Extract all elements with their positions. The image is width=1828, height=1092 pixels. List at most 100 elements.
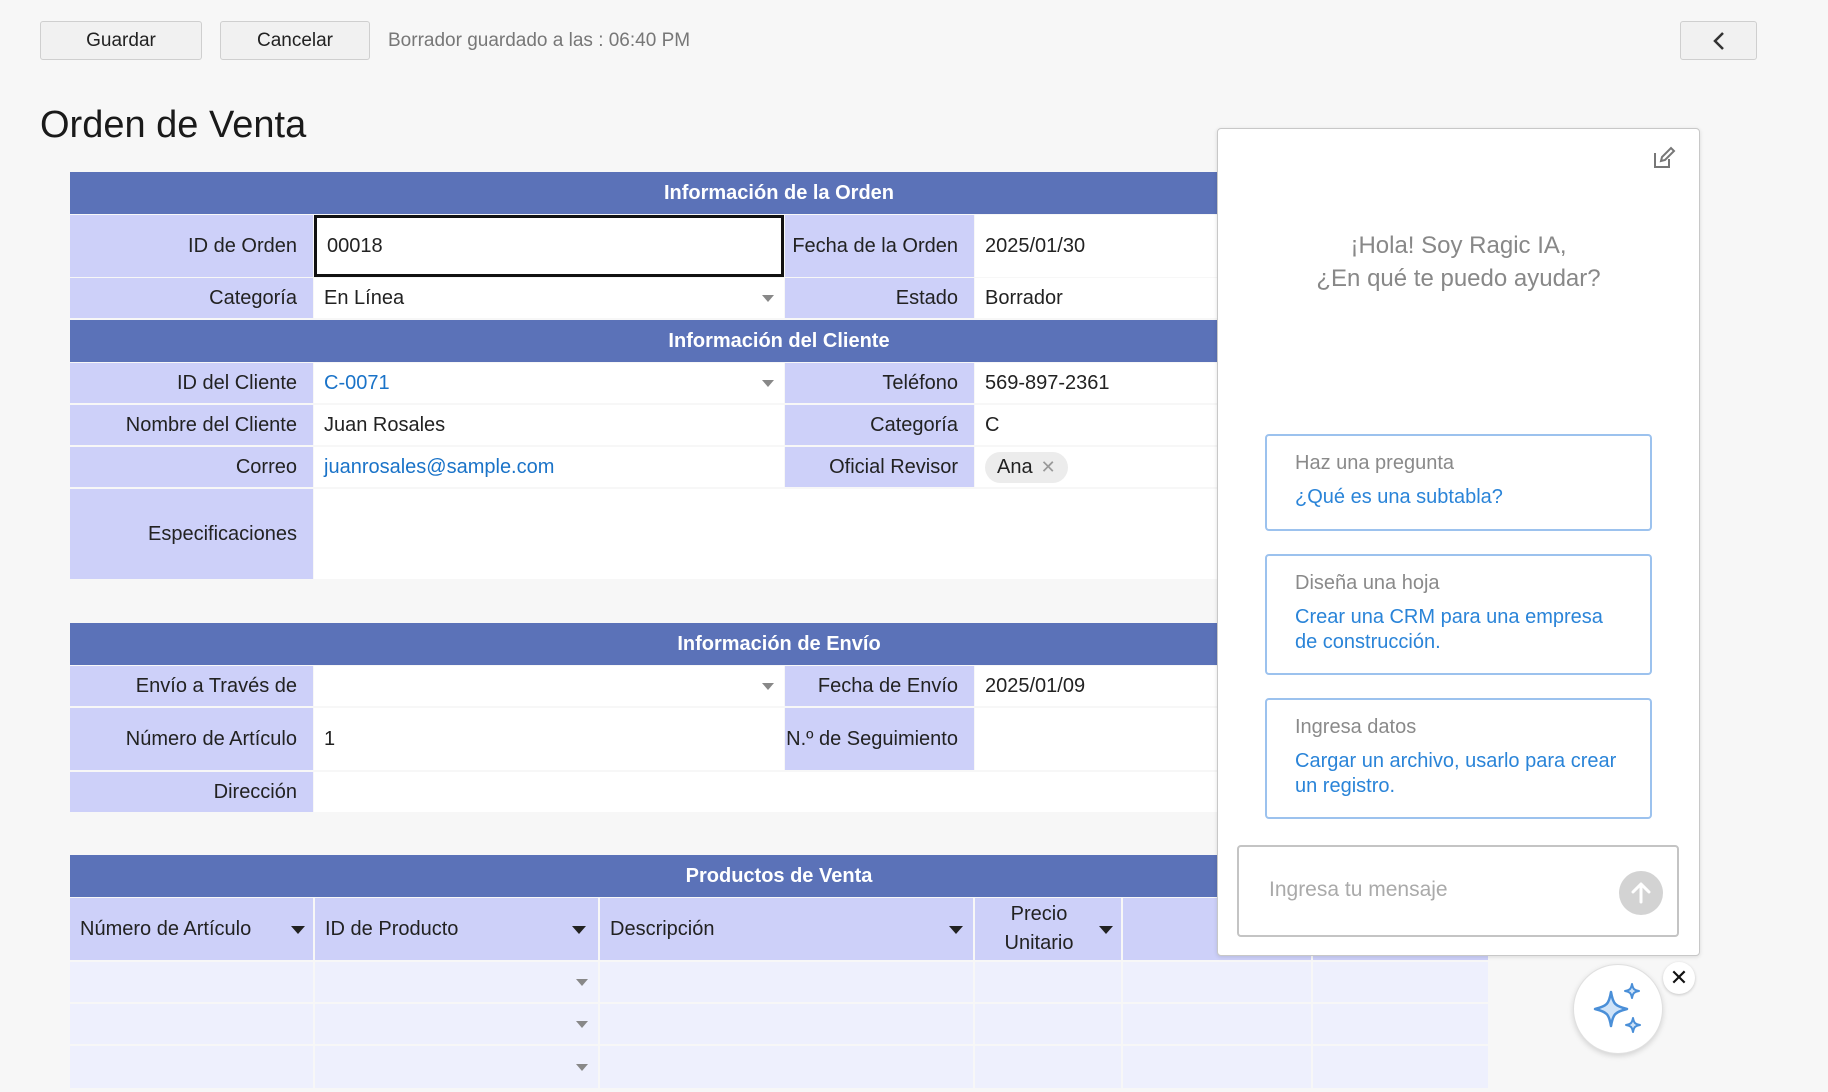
suggestion-title: Ingresa datos xyxy=(1295,716,1417,738)
phone-value: 569-897-2361 xyxy=(985,371,1110,394)
message-box xyxy=(1237,845,1679,937)
close-icon[interactable]: ✕ xyxy=(1663,962,1695,994)
cancel-button[interactable]: Cancelar xyxy=(220,21,370,60)
table-row-cell[interactable] xyxy=(1123,1046,1311,1088)
col-label: Número de Artículo xyxy=(80,917,252,940)
ai-assistant-button[interactable] xyxy=(1573,964,1663,1054)
sort-arrow-icon[interactable] xyxy=(572,926,586,934)
customer-name-value: Juan Rosales xyxy=(324,413,446,436)
customer-name-field[interactable]: Juan Rosales xyxy=(314,405,784,445)
dropdown-arrow-icon xyxy=(576,1064,588,1071)
ai-chat-panel: ¡Hola! Soy Ragic IA, ¿En qué te puedo ay… xyxy=(1217,128,1700,956)
order-date-label: Fecha de la Orden xyxy=(785,215,974,277)
toolbar: Guardar Cancelar Borrador guardado a las… xyxy=(0,0,1828,80)
col-label: Precio Unitario xyxy=(1004,903,1074,954)
table-row-cell[interactable] xyxy=(315,1046,598,1088)
customer-category-value: C xyxy=(985,413,1000,436)
customer-id-select[interactable]: C-0071 xyxy=(314,363,784,403)
shipping-via-select[interactable] xyxy=(314,666,784,706)
table-row-cell[interactable] xyxy=(975,962,1121,1002)
back-button[interactable] xyxy=(1680,21,1757,60)
shipping-date-label: Fecha de Envío xyxy=(785,666,974,706)
edit-icon[interactable] xyxy=(1651,145,1677,171)
table-row-cell[interactable] xyxy=(1123,1004,1311,1044)
dropdown-arrow-icon xyxy=(762,295,774,302)
message-input[interactable] xyxy=(1267,877,1587,903)
reviewer-label: Oficial Revisor xyxy=(785,447,974,487)
dropdown-arrow-icon xyxy=(762,683,774,690)
customer-id-link[interactable]: C-0071 xyxy=(324,372,390,395)
suggestion-card-ask[interactable]: Haz una pregunta ¿Qué es una subtabla? xyxy=(1265,434,1652,531)
sort-arrow-icon[interactable] xyxy=(1099,926,1113,934)
col-label: ID de Producto xyxy=(325,917,459,940)
table-row-cell[interactable] xyxy=(1313,1046,1488,1088)
suggestion-text[interactable]: Crear una CRM para una empresa de constr… xyxy=(1295,605,1622,655)
table-row-cell[interactable] xyxy=(600,962,973,1002)
send-button[interactable] xyxy=(1619,871,1663,915)
order-category-value: En Línea xyxy=(324,286,405,309)
specs-label: Especificaciones xyxy=(70,489,313,579)
order-category-label: Categoría xyxy=(70,278,313,318)
suggestion-title: Diseña una hoja xyxy=(1295,572,1440,594)
email-field[interactable]: juanrosales@sample.com xyxy=(314,447,784,487)
item-number-field[interactable]: 1 xyxy=(314,708,784,770)
table-row-cell[interactable] xyxy=(70,962,313,1002)
suggestion-text[interactable]: Cargar un archivo, usarlo para crear un … xyxy=(1295,749,1622,799)
table-row-cell[interactable] xyxy=(315,1004,598,1044)
col-header-unit-price[interactable]: Precio Unitario xyxy=(975,898,1121,960)
order-id-label: ID de Orden xyxy=(70,215,313,277)
table-row-cell[interactable] xyxy=(975,1004,1121,1044)
remove-chip-icon[interactable]: ✕ xyxy=(1041,457,1056,478)
shipping-via-label: Envío a Través de xyxy=(70,666,313,706)
arrow-up-icon xyxy=(1631,882,1651,904)
shipping-date-value: 2025/01/09 xyxy=(985,674,1086,697)
item-number-value: 1 xyxy=(324,727,336,750)
tracking-label: N.º de Seguimiento xyxy=(785,708,974,770)
suggestion-card-design[interactable]: Diseña una hoja Crear una CRM para una e… xyxy=(1265,554,1652,675)
customer-name-label: Nombre del Cliente xyxy=(70,405,313,445)
order-status-value: Borrador xyxy=(985,286,1063,309)
col-header-product-id[interactable]: ID de Producto xyxy=(315,898,598,960)
order-status-label: Estado xyxy=(785,278,974,318)
customer-id-label: ID del Cliente xyxy=(70,363,313,403)
item-number-label: Número de Artículo xyxy=(70,708,313,770)
order-id-value: 00018 xyxy=(327,234,383,257)
col-label: Descripción xyxy=(610,917,715,940)
address-label: Dirección xyxy=(70,772,313,812)
email-link[interactable]: juanrosales@sample.com xyxy=(324,456,554,479)
col-header-item-number[interactable]: Número de Artículo xyxy=(70,898,313,960)
reviewer-chip[interactable]: Ana ✕ xyxy=(985,451,1068,483)
sort-arrow-icon[interactable] xyxy=(949,926,963,934)
table-row-cell[interactable] xyxy=(70,1046,313,1088)
order-id-field[interactable]: 00018 xyxy=(314,215,784,277)
order-category-select[interactable]: En Línea xyxy=(314,278,784,318)
sort-arrow-icon[interactable] xyxy=(291,926,305,934)
greeting-line-2: ¿En qué te puedo ayudar? xyxy=(1316,265,1601,292)
save-button[interactable]: Guardar xyxy=(40,21,202,60)
table-row-cell[interactable] xyxy=(1313,962,1488,1002)
suggestion-card-data[interactable]: Ingresa datos Cargar un archivo, usarlo … xyxy=(1265,698,1652,819)
suggestion-title: Haz una pregunta xyxy=(1295,452,1455,474)
email-label: Correo xyxy=(70,447,313,487)
dropdown-arrow-icon xyxy=(762,380,774,387)
order-date-value: 2025/01/30 xyxy=(985,234,1086,257)
chevron-left-icon xyxy=(1712,31,1724,50)
table-row-cell[interactable] xyxy=(315,962,598,1002)
suggestion-text[interactable]: ¿Qué es una subtabla? xyxy=(1295,485,1622,510)
greeting-line-1: ¡Hola! Soy Ragic IA, xyxy=(1350,232,1567,259)
sparkles-icon xyxy=(1593,983,1641,1033)
table-row-cell[interactable] xyxy=(600,1046,973,1088)
draft-status: Borrador guardado a las : 06:40 PM xyxy=(388,30,691,51)
reviewer-chip-label: Ana xyxy=(997,455,1033,478)
col-header-description[interactable]: Descripción xyxy=(600,898,973,960)
page-title: Orden de Venta xyxy=(40,104,307,146)
ai-greeting: ¡Hola! Soy Ragic IA, ¿En qué te puedo ay… xyxy=(1218,229,1699,295)
table-row-cell[interactable] xyxy=(975,1046,1121,1088)
phone-label: Teléfono xyxy=(785,363,974,403)
table-row-cell[interactable] xyxy=(1123,962,1311,1002)
dropdown-arrow-icon xyxy=(576,1021,588,1028)
table-row-cell[interactable] xyxy=(70,1004,313,1044)
table-row-cell[interactable] xyxy=(600,1004,973,1044)
table-row-cell[interactable] xyxy=(1313,1004,1488,1044)
customer-category-label: Categoría xyxy=(785,405,974,445)
